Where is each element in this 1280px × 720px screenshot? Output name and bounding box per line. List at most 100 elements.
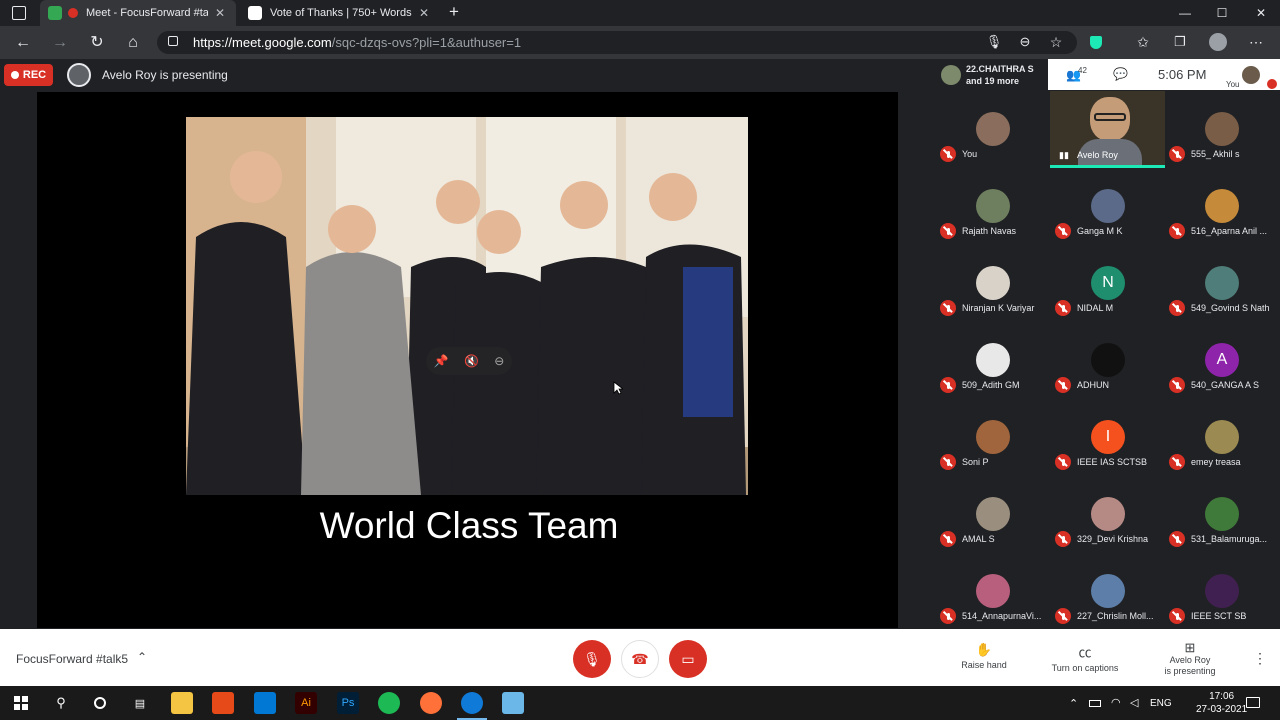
participant-avatar[interactable] bbox=[976, 266, 1010, 300]
meeting-title[interactable]: FocusForward #talk5 bbox=[16, 652, 128, 666]
participant-name: ADHUN bbox=[1077, 380, 1110, 390]
mute-icon[interactable]: 🔇 bbox=[464, 354, 479, 368]
meet-favicon-icon bbox=[48, 6, 62, 20]
participant-avatar[interactable] bbox=[1091, 189, 1125, 223]
speaking-indicator bbox=[1050, 165, 1165, 168]
battery-icon[interactable] bbox=[1089, 700, 1101, 707]
mic-off-icon bbox=[1055, 377, 1071, 393]
participant-name: 509_Adith GM bbox=[962, 380, 1020, 390]
participant-avatar[interactable]: N bbox=[1091, 266, 1125, 300]
close-icon[interactable]: ✕ bbox=[212, 6, 228, 20]
notification-icon[interactable] bbox=[1246, 697, 1260, 708]
hang-up-icon: ☎ bbox=[631, 650, 649, 667]
window-icon[interactable] bbox=[12, 6, 26, 20]
edge-icon[interactable] bbox=[457, 692, 487, 720]
mic-off-icon bbox=[1169, 146, 1185, 162]
participant-name: 329_Devi Krishna bbox=[1077, 534, 1149, 544]
hand-icon: ✋ bbox=[975, 642, 993, 657]
windows-start-icon[interactable] bbox=[10, 692, 32, 714]
explorer-icon[interactable] bbox=[171, 692, 193, 714]
participant-avatar[interactable] bbox=[976, 343, 1010, 377]
participant-name: IEEE IAS SCTSB bbox=[1077, 457, 1148, 467]
mic-icon[interactable]: 🎙 bbox=[982, 30, 1006, 54]
participant-avatar[interactable] bbox=[976, 574, 1010, 608]
participant-avatar[interactable] bbox=[976, 497, 1010, 531]
maximize-icon[interactable]: ☐ bbox=[1203, 0, 1241, 26]
captions-button[interactable]: ㏄ Turn on captions bbox=[1046, 642, 1124, 673]
mic-off-icon bbox=[1055, 454, 1071, 470]
home-icon[interactable]: ⌂ bbox=[121, 31, 145, 55]
url-text[interactable]: https://meet.google.com/sqc-dzqs-ovs?pli… bbox=[193, 35, 521, 50]
participant-avatar[interactable] bbox=[1205, 497, 1239, 531]
illustrator-icon[interactable]: Ai bbox=[295, 692, 317, 714]
office-icon[interactable] bbox=[212, 692, 234, 714]
close-icon[interactable]: ✕ bbox=[416, 6, 432, 20]
participant-avatar[interactable]: I bbox=[1091, 420, 1125, 454]
zoom-icon[interactable]: ⊖ bbox=[1013, 30, 1037, 54]
photoshop-icon[interactable]: Ps bbox=[337, 692, 359, 714]
notepad-icon[interactable] bbox=[502, 692, 524, 714]
participant-avatar[interactable] bbox=[1205, 266, 1239, 300]
people-count: 42 bbox=[1078, 66, 1087, 75]
chat-icon[interactable]: 💬 bbox=[1113, 67, 1128, 81]
collections-icon[interactable]: ❐ bbox=[1168, 30, 1192, 54]
volume-icon[interactable]: ◁ bbox=[1130, 696, 1138, 709]
task-view-icon[interactable]: ▤ bbox=[129, 692, 151, 714]
favorites-icon[interactable]: ✩ bbox=[1131, 30, 1155, 54]
leave-call-button[interactable]: ☎ bbox=[621, 640, 659, 678]
participant-avatar[interactable]: A bbox=[1205, 343, 1239, 377]
cortana-icon[interactable] bbox=[89, 692, 111, 714]
spotify-icon[interactable] bbox=[378, 692, 400, 714]
participant-avatar[interactable] bbox=[976, 189, 1010, 223]
participant-name: 531_Balamuruga... bbox=[1191, 534, 1268, 544]
participant-avatar[interactable] bbox=[1205, 189, 1239, 223]
participant-avatar[interactable] bbox=[1091, 497, 1125, 531]
lock-icon[interactable] bbox=[168, 36, 178, 46]
pin-icon[interactable]: 📌 bbox=[434, 354, 449, 368]
minimize-icon[interactable]: — bbox=[1166, 0, 1204, 26]
present-button[interactable]: ⊞ Avelo Roy is presenting bbox=[1160, 641, 1220, 677]
profile-icon[interactable] bbox=[1209, 33, 1227, 51]
others-summary[interactable]: 22.CHAITHRA S and 19 more bbox=[966, 63, 1034, 87]
self-avatar[interactable] bbox=[1242, 66, 1260, 84]
back-icon[interactable]: ← bbox=[11, 31, 35, 55]
participant-avatar[interactable] bbox=[1205, 574, 1239, 608]
participant-name: NIDAL M bbox=[1077, 303, 1114, 313]
system-clock[interactable]: 17:06 27-03-2021 bbox=[1196, 690, 1247, 716]
reload-icon[interactable]: ↻ bbox=[85, 31, 109, 55]
new-tab-icon[interactable]: + bbox=[444, 2, 464, 22]
recording-dot-icon bbox=[68, 8, 78, 18]
participant-avatar[interactable] bbox=[1205, 112, 1239, 146]
more-options-icon[interactable]: ⋮ bbox=[1253, 650, 1267, 667]
forward-icon[interactable]: → bbox=[48, 31, 72, 55]
participant-avatar[interactable] bbox=[1091, 574, 1125, 608]
shield-icon[interactable] bbox=[1090, 36, 1102, 49]
language-indicator[interactable]: ENG bbox=[1150, 698, 1172, 709]
participant-name: Niranjan K Variyar bbox=[962, 303, 1035, 313]
mic-off-icon bbox=[1169, 531, 1185, 547]
participant-avatar[interactable] bbox=[976, 112, 1010, 146]
mic-off-icon bbox=[1055, 223, 1071, 239]
others-avatar bbox=[941, 65, 961, 85]
participant-name: emey treasa bbox=[1191, 457, 1241, 467]
tab-meet[interactable]: Meet - FocusForward #talk5 ✕ bbox=[40, 0, 236, 26]
participant-avatar[interactable] bbox=[976, 420, 1010, 454]
tab-vote-of-thanks[interactable]: Vote of Thanks | 750+ Words Sa ✕ bbox=[240, 0, 440, 26]
raise-hand-button[interactable]: ✋ Raise hand bbox=[958, 642, 1010, 670]
camera-toggle-button[interactable]: ▭ bbox=[669, 640, 707, 678]
vscode-icon[interactable] bbox=[254, 692, 276, 714]
window-close-icon[interactable]: ✕ bbox=[1242, 0, 1280, 26]
remove-icon[interactable]: ⊖ bbox=[494, 354, 504, 368]
chevron-up-icon[interactable]: ⌃ bbox=[1069, 697, 1078, 710]
search-icon[interactable]: ⚲ bbox=[50, 692, 72, 714]
mic-toggle-button[interactable]: 🎙 bbox=[573, 640, 611, 678]
more-icon[interactable]: ⋯ bbox=[1244, 30, 1268, 54]
participant-avatar[interactable] bbox=[1205, 420, 1239, 454]
wifi-icon[interactable]: ◠ bbox=[1111, 696, 1121, 709]
browser-tab-strip: Meet - FocusForward #talk5 ✕ Vote of Tha… bbox=[0, 0, 1280, 26]
chevron-up-icon[interactable]: ⌃ bbox=[137, 650, 147, 664]
firefox-icon[interactable] bbox=[420, 692, 442, 714]
star-icon[interactable]: ☆ bbox=[1044, 30, 1068, 54]
participant-avatar[interactable] bbox=[1091, 343, 1125, 377]
camera-off-icon: ▭ bbox=[681, 650, 695, 667]
